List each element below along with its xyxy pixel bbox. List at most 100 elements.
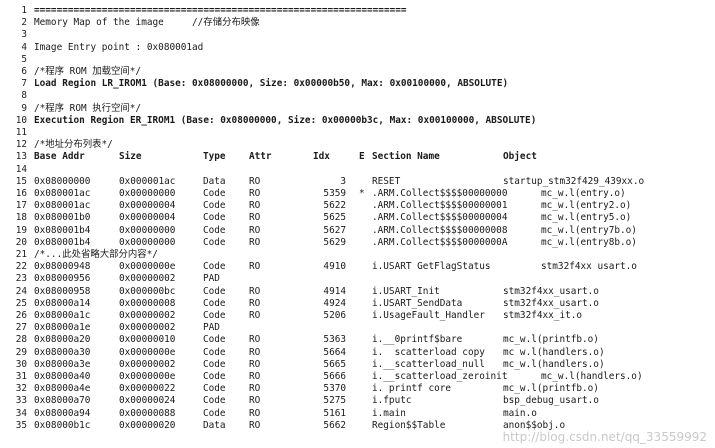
- comment-text: /*...此处省略大部分内容*/: [34, 249, 158, 260]
- line-number: 24: [15, 285, 27, 297]
- line-number: 13: [15, 151, 27, 163]
- size-cell: 0x00000000: [119, 188, 176, 199]
- listing-text: /*程序 ROM 执行空间*/: [34, 102, 142, 114]
- base-addr-cell: 0x08000000: [34, 175, 91, 187]
- base-addr-cell: 0x08000a1e: [34, 322, 91, 334]
- base-addr-cell: 0x08000956: [34, 273, 91, 285]
- idx-cell: 5206: [323, 310, 346, 321]
- type-cell: Code: [203, 297, 226, 309]
- line-number: 26: [15, 310, 27, 321]
- idx-cell: 5370: [323, 383, 346, 395]
- line-number: 31: [15, 371, 27, 382]
- object-cell: mc_w.l(entry8b.o): [541, 236, 637, 248]
- base-addr-cell: 0x08000a70: [34, 395, 91, 407]
- idx-cell: 5359: [323, 188, 346, 199]
- table-row: 22 0x08000948 0x0000000e Code RO 4910 i.USART …: [0, 261, 715, 273]
- listing-text: Image Entry point : 0x080001ad: [34, 41, 204, 53]
- size-cell: 0x00000022: [119, 383, 176, 395]
- size-cell: 0x00000002: [119, 322, 176, 334]
- idx-cell: 5622: [323, 200, 346, 212]
- line-number: 1: [21, 5, 27, 16]
- base-addr-cell: 0x08000a30: [34, 346, 91, 358]
- type-cell: Code: [203, 407, 226, 419]
- object-cell: mc_w.l(entry7b.o): [541, 224, 637, 236]
- line-number: 9: [21, 102, 27, 114]
- object-cell: mc_w.l(entry.o): [541, 188, 626, 199]
- line-number: 22: [15, 261, 27, 273]
- size-cell: 0x00000000: [119, 224, 176, 236]
- listing-line: 11: [0, 127, 715, 139]
- object-cell: mc_w.l(entry2.o): [541, 200, 632, 212]
- type-cell: Code: [203, 334, 226, 346]
- line-number: 6: [21, 66, 27, 77]
- object-cell: mc_w.l(entry5.o): [541, 212, 632, 224]
- type-cell: PAD: [203, 322, 220, 334]
- line-number: 5: [21, 53, 27, 65]
- idx-cell: 4910: [323, 261, 346, 273]
- object-cell: main.o: [503, 407, 537, 419]
- size-cell: 0x00000088: [119, 407, 176, 419]
- column-header: Size: [119, 151, 142, 163]
- line-number: 27: [15, 322, 27, 334]
- idx-cell: 5666: [323, 371, 346, 382]
- idx-cell: 5629: [323, 236, 346, 248]
- object-cell: mc_w.l(printfb.o): [503, 383, 599, 395]
- base-addr-cell: 0x08000a40: [34, 371, 91, 382]
- table-row: 28 0x08000a20 0x00000010 Code RO 5363 i.__0pri…: [0, 334, 715, 346]
- type-cell: Code: [203, 395, 226, 407]
- type-cell: Code: [203, 261, 226, 273]
- table-row: 19 0x080001b4 0x00000000 Code RO 5627 .ARM.Col…: [0, 225, 715, 237]
- object-cell: stm32f4xx usart.o: [541, 261, 637, 273]
- section-name-cell: .ARM.Collect$$$$00000000: [372, 188, 508, 199]
- line-number: 30: [15, 358, 27, 370]
- attr-cell: RO: [249, 310, 261, 321]
- section-name-cell: i.__scatterload_zeroinit: [372, 371, 508, 382]
- base-addr-cell: 0x08000948: [34, 261, 91, 273]
- listing-line: 7 Load Region LR_IROM1 (Base: 0x08000000,…: [0, 78, 715, 90]
- attr-cell: RO: [249, 285, 261, 297]
- object-cell: mc_w.l(printfb.o): [503, 334, 599, 346]
- table-row: 31 0x08000a40 0x0000000e Code RO 5666 i.__scat…: [0, 371, 715, 383]
- line-number: 35: [15, 419, 27, 431]
- size-cell: 0x00000004: [119, 200, 176, 212]
- idx-cell: 5662: [323, 419, 346, 431]
- base-addr-cell: 0x08000958: [34, 285, 91, 297]
- type-cell: Data: [203, 419, 226, 431]
- section-name-cell: i.__0printf$bare: [372, 334, 463, 346]
- section-name-cell: .ARM.Collect$$$$0000000A: [372, 236, 508, 248]
- idx-cell: 5665: [323, 358, 346, 370]
- idx-cell: 4924: [323, 297, 346, 309]
- section-name-cell: i.main: [372, 407, 406, 419]
- size-cell: 0x00000004: [119, 212, 176, 224]
- entry-marker: *: [359, 188, 365, 199]
- base-addr-cell: 0x080001b0: [34, 212, 91, 224]
- table-row: 17 0x080001ac 0x00000004 Code RO 5622 .ARM.Col…: [0, 200, 715, 212]
- idx-cell: 5161: [323, 407, 346, 419]
- section-name-cell: .ARM.Collect$$$$00000008: [372, 224, 508, 236]
- line-number: 3: [21, 29, 27, 41]
- attr-cell: RO: [249, 224, 261, 236]
- line-number: 33: [15, 395, 27, 407]
- line-number: 34: [15, 407, 27, 419]
- type-cell: PAD: [203, 273, 220, 285]
- table-row: 15 0x08000000 0x000001ac Data RO 3 RESET startu…: [0, 176, 715, 188]
- table-row: 26 0x08000a1c 0x00000002 Code RO 5206 i.UsageF…: [0, 310, 715, 322]
- table-header-row: 13 Base Addr Size Type Attr Idx E Section Name O…: [0, 151, 715, 163]
- table-row: 24 0x08000958 0x000000bc Code RO 4914 i.USART_…: [0, 286, 715, 298]
- base-addr-cell: 0x080001b4: [34, 236, 91, 248]
- idx-cell: 5664: [323, 346, 346, 358]
- attr-cell: RO: [249, 407, 261, 419]
- idx-cell: 3: [340, 175, 346, 187]
- type-cell: Code: [203, 224, 226, 236]
- listing-line: 10 Execution Region ER_IROM1 (Base: 0x080…: [0, 115, 715, 127]
- column-header: Idx: [313, 151, 330, 163]
- size-cell: 0x0000000e: [119, 261, 176, 273]
- base-addr-cell: 0x080001b4: [34, 224, 91, 236]
- section-name-cell: i.__scatterload_null: [372, 358, 485, 370]
- object-cell: mc_w.l(handlers.o): [503, 358, 605, 370]
- idx-cell: 5625: [323, 212, 346, 224]
- size-cell: 0x00000008: [119, 297, 176, 309]
- size-cell: 0x00000000: [119, 236, 176, 248]
- listing-line: 4 Image Entry point : 0x080001ad: [0, 42, 715, 54]
- listing-text: Memory Map of the image //存储分布映像: [34, 17, 260, 29]
